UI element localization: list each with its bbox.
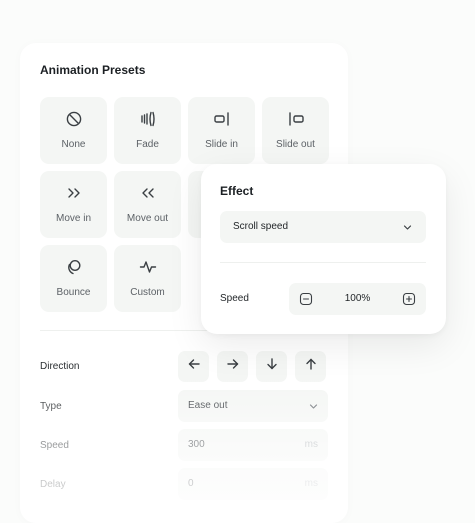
preset-label: Slide out	[276, 139, 315, 150]
preset-move-out[interactable]: Move out	[114, 171, 181, 238]
effect-speed-label: Speed	[220, 293, 249, 304]
move-out-icon	[114, 184, 181, 202]
delay-unit: ms	[304, 478, 318, 489]
delay-value: 0	[188, 478, 194, 489]
preset-label: Fade	[136, 139, 159, 150]
direction-left-button[interactable]	[178, 351, 209, 382]
slide-in-icon	[188, 110, 255, 128]
speed-value: 300	[188, 439, 205, 450]
preset-move-in[interactable]: Move in	[40, 171, 107, 238]
preset-slide-out[interactable]: Slide out	[262, 97, 329, 164]
preset-bounce[interactable]: Bounce	[40, 245, 107, 312]
effect-select[interactable]: Scroll speed	[220, 211, 426, 243]
fade-icon	[114, 110, 181, 128]
divider	[220, 262, 426, 263]
panel-title: Animation Presets	[40, 63, 146, 77]
slide-out-icon	[262, 110, 329, 128]
direction-right-button[interactable]	[217, 351, 248, 382]
arrow-left-icon	[187, 357, 201, 376]
direction-label: Direction	[40, 361, 80, 372]
arrow-up-icon	[304, 357, 318, 376]
preset-custom[interactable]: Custom	[114, 245, 181, 312]
custom-pulse-icon	[114, 258, 181, 276]
preset-none[interactable]: None	[40, 97, 107, 164]
effect-title: Effect	[220, 184, 254, 198]
direction-down-button[interactable]	[256, 351, 287, 382]
preset-slide-in[interactable]: Slide in	[188, 97, 255, 164]
speed-stepper[interactable]: 100%	[289, 283, 426, 315]
plus-icon[interactable]	[402, 292, 416, 306]
chevron-down-icon	[309, 404, 318, 409]
arrow-down-icon	[265, 357, 279, 376]
preset-label: None	[61, 139, 86, 150]
preset-label: Move out	[126, 213, 169, 224]
chevron-down-icon	[403, 225, 412, 230]
effect-popup: Effect Scroll speed Speed 100%	[201, 164, 446, 334]
type-select[interactable]: Ease out	[178, 390, 328, 422]
speed-label: Speed	[40, 440, 69, 451]
type-value: Ease out	[188, 400, 228, 411]
move-in-icon	[40, 184, 107, 202]
preset-fade[interactable]: Fade	[114, 97, 181, 164]
preset-label: Slide in	[205, 139, 238, 150]
type-label: Type	[40, 401, 62, 412]
direction-up-button[interactable]	[295, 351, 326, 382]
no-entry-icon	[40, 110, 107, 128]
delay-input[interactable]: 0 ms	[178, 468, 328, 500]
speed-input[interactable]: 300 ms	[178, 429, 328, 461]
bounce-icon	[40, 258, 107, 276]
arrow-right-icon	[226, 357, 240, 376]
effect-select-value: Scroll speed	[233, 221, 289, 232]
speed-unit: ms	[304, 439, 318, 450]
preset-label: Move in	[55, 213, 91, 224]
preset-label: Custom	[130, 287, 165, 298]
delay-label: Delay	[40, 479, 66, 490]
preset-label: Bounce	[56, 287, 91, 298]
